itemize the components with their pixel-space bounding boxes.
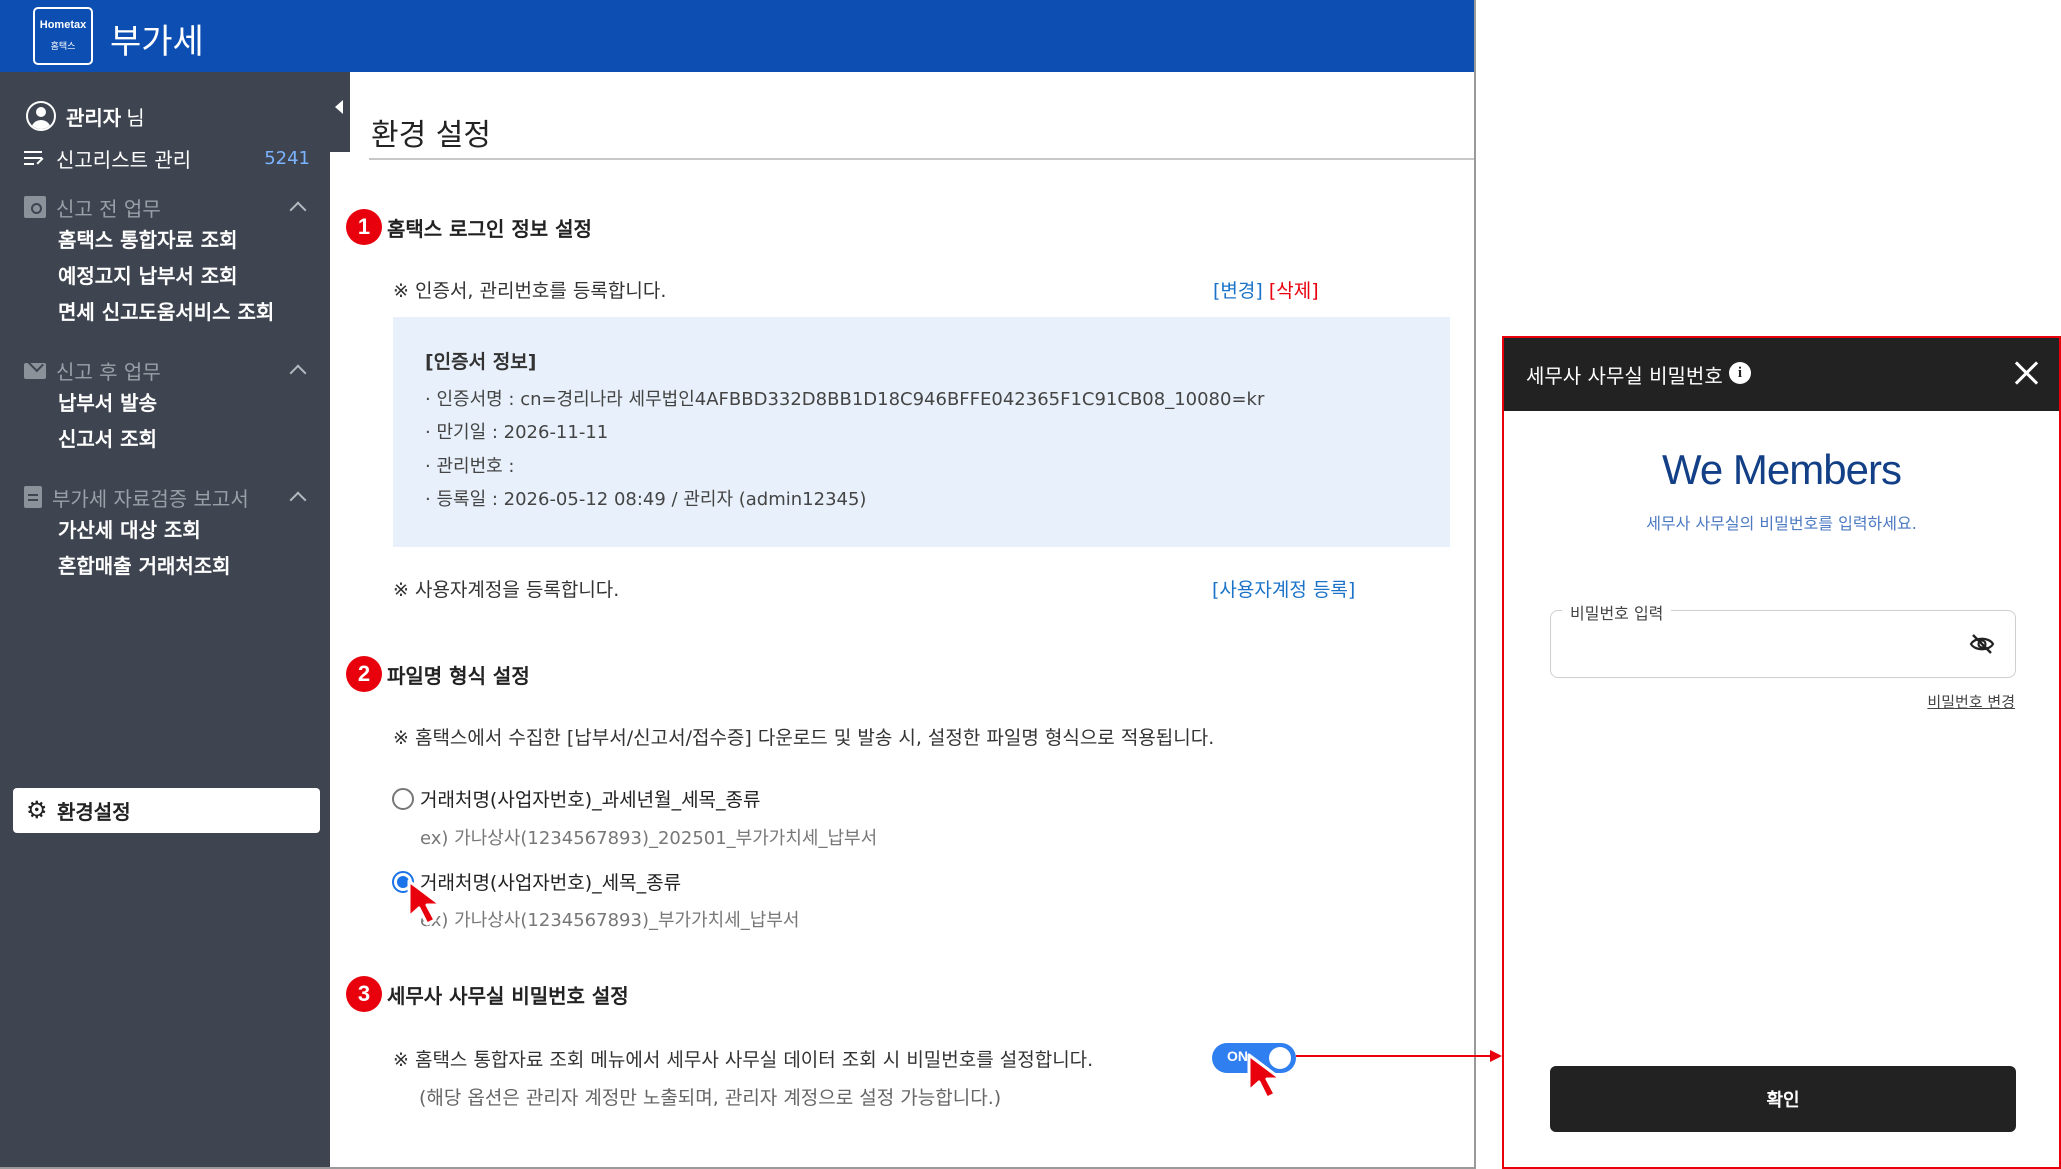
title-divider bbox=[369, 158, 1474, 160]
user-account-note: ※ 사용자계정을 등록합니다. bbox=[393, 579, 620, 601]
mail-icon bbox=[24, 363, 46, 379]
page-title: 환경 설정 bbox=[371, 118, 491, 153]
sidebar-item-mixed-sales[interactable]: 혼합매출 거래처조회 bbox=[58, 550, 231, 579]
cert-note: ※ 인증서, 관리번호를 등록합니다. bbox=[393, 280, 667, 302]
cert-actions: [변경] [삭제] bbox=[1213, 276, 1319, 303]
sidebar-section-pre-filing[interactable]: 신고 전 업무 bbox=[24, 191, 314, 223]
chevron-left-icon bbox=[335, 100, 343, 114]
app-title: 부가세 bbox=[110, 22, 204, 62]
list-check-icon bbox=[24, 147, 46, 169]
password-input[interactable] bbox=[1569, 629, 1949, 659]
sidebar-section-label: 부가세 자료검증 보고서 bbox=[52, 486, 249, 511]
cert-registered-line: · 등록일 : 2026-05-12 08:49 / 관리자 (admin123… bbox=[425, 489, 867, 510]
sidebar-item-prepaid-notice[interactable]: 예정고지 납부서 조회 bbox=[58, 260, 238, 289]
user-name: 관리자 bbox=[66, 105, 122, 130]
cert-heading: [인증서 정보] bbox=[425, 351, 537, 373]
sidebar-item-label: 신고리스트 관리 bbox=[56, 147, 192, 172]
step1-heading: 1 홈택스 로그인 정보 설정 bbox=[346, 209, 592, 245]
sidebar: 관리자 님 신고리스트 관리 5241 신고 전 업무 홈택스 통합자료 조회 … bbox=[0, 72, 330, 1167]
cert-info-box: [인증서 정보] · 인증서명 : cn=경리나라 세무법인4AFBBD332D… bbox=[393, 317, 1450, 547]
logo-sub: 홈택스 bbox=[50, 42, 76, 52]
hometax-logo[interactable]: Hometax 홈택스 bbox=[33, 7, 93, 65]
logo-text: Hometax bbox=[39, 19, 87, 31]
filename-option-label: 거래처명(사업자번호)_세목_종류 bbox=[420, 872, 682, 894]
sidebar-item-hometax-data[interactable]: 홈택스 통합자료 조회 bbox=[58, 224, 238, 253]
filename-example-1: ex) 가나상사(1234567893)_202501_부가가치세_납부서 bbox=[420, 828, 878, 849]
password-field-label: 비밀번호 입력 bbox=[1562, 600, 1672, 624]
eye-off-icon[interactable] bbox=[1969, 633, 1995, 655]
mouse-cursor-icon bbox=[407, 879, 443, 926]
chevron-up-icon bbox=[289, 491, 307, 509]
register-user-link[interactable]: [사용자계정 등록] bbox=[1212, 575, 1355, 602]
document-search-icon bbox=[24, 196, 46, 218]
sidebar-item-penalty-lookup[interactable]: 가산세 대상 조회 bbox=[58, 514, 201, 543]
step-badge: 2 bbox=[346, 656, 382, 692]
report-count-badge: 5241 bbox=[264, 147, 310, 169]
connector-line bbox=[1296, 1055, 1490, 1057]
arrow-head-icon bbox=[1490, 1050, 1502, 1062]
sidebar-collapse-button[interactable] bbox=[330, 72, 350, 152]
change-password-link[interactable]: 비밀번호 변경 bbox=[1927, 691, 2015, 712]
password-note: ※ 홈택스 통합자료 조회 메뉴에서 세무사 사무실 데이터 조회 시 비밀번호… bbox=[393, 1049, 1094, 1071]
password-subnote: (해당 옵션은 관리자 계정만 노출되며, 관리자 계정으로 설정 가능합니다.… bbox=[419, 1087, 1002, 1109]
sidebar-item-taxfree-service[interactable]: 면세 신고도움서비스 조회 bbox=[58, 296, 274, 325]
mouse-cursor-icon bbox=[1247, 1053, 1283, 1100]
report-icon bbox=[24, 486, 42, 508]
sidebar-item-send-payment[interactable]: 납부서 발송 bbox=[58, 387, 157, 416]
filename-example-2: ex) 가나상사(1234567893)_부가가치세_납부서 bbox=[420, 910, 800, 931]
radio-button[interactable] bbox=[392, 787, 414, 810]
user-info: 관리자 님 bbox=[26, 100, 145, 132]
sidebar-item-report-list[interactable]: 신고리스트 관리 5241 bbox=[24, 142, 314, 174]
step-title: 세무사 사무실 비밀번호 설정 bbox=[387, 983, 629, 1008]
step3-heading: 3 세무사 사무실 비밀번호 설정 bbox=[346, 976, 629, 1012]
sidebar-section-post-filing[interactable]: 신고 후 업무 bbox=[24, 354, 314, 386]
sidebar-item-return-lookup[interactable]: 신고서 조회 bbox=[58, 423, 157, 452]
filename-note: ※ 홈택스에서 수집한 [납부서/신고서/접수증] 다운로드 및 발송 시, 설… bbox=[393, 727, 1215, 749]
confirm-button[interactable]: 확인 bbox=[1550, 1066, 2016, 1132]
change-cert-link[interactable]: [변경] bbox=[1213, 280, 1263, 302]
chevron-up-icon bbox=[289, 201, 307, 219]
cert-mgmt-number-line: · 관리번호 : bbox=[425, 456, 515, 477]
cert-name-line: · 인증서명 : cn=경리나라 세무법인4AFBBD332D8BB1D18C9… bbox=[425, 389, 1265, 410]
info-icon[interactable]: i bbox=[1729, 362, 1751, 384]
sidebar-section-verification-report[interactable]: 부가세 자료검증 보고서 bbox=[24, 481, 314, 513]
modal-title: 세무사 사무실 비밀번호 bbox=[1526, 364, 1723, 388]
user-icon bbox=[26, 101, 56, 131]
password-modal: 세무사 사무실 비밀번호 i We Members 세무사 사무실의 비밀번호를… bbox=[1502, 336, 2061, 1169]
delete-cert-link[interactable]: [삭제] bbox=[1269, 280, 1319, 302]
sidebar-item-label: 환경설정 bbox=[57, 800, 131, 824]
user-suffix: 님 bbox=[126, 105, 145, 130]
step2-heading: 2 파일명 형식 설정 bbox=[346, 656, 530, 692]
close-icon[interactable] bbox=[2013, 360, 2039, 386]
modal-header: 세무사 사무실 비밀번호 i bbox=[1504, 338, 2059, 411]
sidebar-section-label: 신고 후 업무 bbox=[56, 359, 161, 384]
step-title: 파일명 형식 설정 bbox=[387, 663, 530, 688]
app-window: Hometax 홈택스 부가세 관리자 님 신고리스트 관리 5241 신고 전… bbox=[0, 0, 1476, 1169]
cert-expiry-line: · 만기일 : 2026-11-11 bbox=[425, 422, 609, 443]
brand-title: We Members bbox=[1662, 446, 1902, 493]
gear-icon bbox=[26, 796, 48, 824]
step-badge: 3 bbox=[346, 976, 382, 1012]
chevron-up-icon bbox=[289, 364, 307, 382]
filename-option-label: 거래처명(사업자번호)_과세년월_세목_종류 bbox=[420, 789, 761, 811]
sidebar-section-label: 신고 전 업무 bbox=[56, 196, 161, 221]
step-badge: 1 bbox=[346, 209, 382, 245]
app-header: Hometax 홈택스 부가세 bbox=[0, 0, 1474, 72]
step-title: 홈택스 로그인 정보 설정 bbox=[387, 216, 592, 241]
sidebar-item-settings[interactable]: 환경설정 bbox=[13, 788, 320, 833]
modal-subtitle: 세무사 사무실의 비밀번호를 입력하세요. bbox=[1646, 514, 1917, 533]
filename-option-1[interactable]: 거래처명(사업자번호)_과세년월_세목_종류 bbox=[392, 785, 761, 812]
